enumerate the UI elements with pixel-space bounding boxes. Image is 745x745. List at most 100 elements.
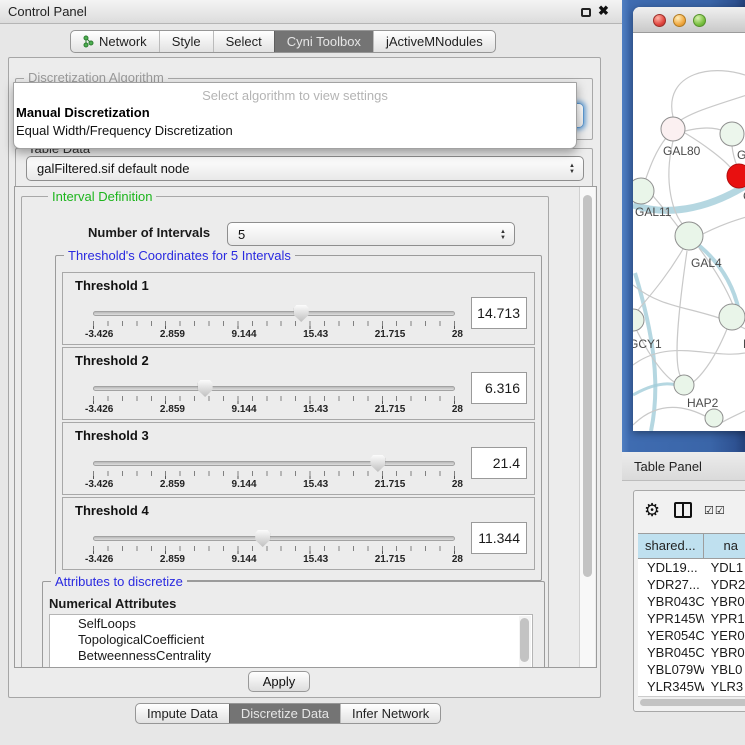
tab-infer-network[interactable]: Infer Network xyxy=(340,704,440,723)
list-item[interactable]: SelfLoops xyxy=(50,615,532,631)
algorithm-dropdown-popup: Select algorithm to view settings Manual… xyxy=(13,82,577,149)
tick-label: 28 xyxy=(452,329,463,340)
numerical-attributes-list: SelfLoops TopologicalCoefficient Between… xyxy=(49,614,533,668)
network-window-titlebar[interactable] xyxy=(633,7,745,33)
table-data-combobox[interactable]: galFiltered.sif default node ▲▼ xyxy=(26,156,584,181)
tab-label: Discretize Data xyxy=(241,706,329,721)
tab-label: Style xyxy=(172,34,201,49)
tab-jactivemnodules[interactable]: jActiveMNodules xyxy=(373,31,495,52)
tick-label: 9.144 xyxy=(232,404,257,415)
zoom-traffic-light-icon[interactable] xyxy=(693,14,706,27)
list-item[interactable]: TopologicalCoefficient xyxy=(50,631,532,647)
node-label: GCY1 xyxy=(633,337,662,351)
vertical-scrollbar[interactable] xyxy=(579,187,595,667)
list-item[interactable]: BetweennessCentrality xyxy=(50,647,532,663)
threshold-label: Threshold 4 xyxy=(75,503,149,518)
tab-label: Select xyxy=(226,34,262,49)
list-scrollbar[interactable] xyxy=(519,616,531,668)
scrollbar-thumb[interactable] xyxy=(583,195,592,577)
slider-scale: -3.4262.8599.14415.4321.71528 xyxy=(85,329,463,340)
select-columns-icon[interactable]: ☑☑ xyxy=(704,504,726,517)
network-view[interactable]: GAL80 GA C GAL11 GAL4 GCY1 H HAP2 xyxy=(633,33,745,431)
dropdown-item-manual-discretization[interactable]: Manual Discretization xyxy=(16,105,150,120)
table-panel-title: Table Panel xyxy=(634,459,702,474)
table-row[interactable]: YER054CYER0 xyxy=(638,627,745,644)
slider-thumb[interactable] xyxy=(255,530,270,547)
tick-label: 28 xyxy=(452,479,463,490)
right-side: GAL80 GA C GAL11 GAL4 GCY1 H HAP2 Table … xyxy=(622,0,745,745)
threshold-slider[interactable] xyxy=(93,461,455,466)
node-gcy1[interactable] xyxy=(633,309,644,331)
tab-cyni-toolbox[interactable]: Cyni Toolbox xyxy=(274,31,373,52)
tab-label: Cyni Toolbox xyxy=(287,34,361,49)
table-row[interactable]: YBR045CYBR0 xyxy=(638,644,745,661)
numerical-attributes-label: Numerical Attributes xyxy=(49,596,176,611)
cell: YBR0 xyxy=(704,644,745,661)
threshold-label: Threshold 3 xyxy=(75,428,149,443)
table-row[interactable]: YPR145WYPR1 xyxy=(638,610,745,627)
threshold-value-field[interactable]: 6.316 xyxy=(471,372,527,404)
horizontal-scrollbar[interactable] xyxy=(638,696,745,707)
tab-network[interactable]: Network xyxy=(71,31,159,52)
node-gal4[interactable] xyxy=(675,222,703,250)
settings-viewport: Interval Definition Number of Intervals … xyxy=(14,186,597,668)
dropdown-placeholder: Select algorithm to view settings xyxy=(14,88,576,103)
slider-thumb[interactable] xyxy=(294,305,309,322)
threshold-slider[interactable] xyxy=(93,311,455,316)
float-window-icon[interactable] xyxy=(581,8,591,17)
slider-thumb[interactable] xyxy=(370,455,385,472)
gear-icon[interactable]: ⚙ xyxy=(644,500,660,521)
cyni-toolbox-panel: Discretization Algorithm ▲▼ Table Data g… xyxy=(8,57,601,698)
node-h[interactable] xyxy=(719,304,745,330)
slider-ticks xyxy=(93,396,455,401)
number-of-intervals-label: Number of Intervals xyxy=(88,225,210,240)
table-row[interactable]: YLR345WYLR3 xyxy=(638,678,745,695)
close-icon[interactable]: ✖ xyxy=(598,3,609,19)
node-selected-red[interactable] xyxy=(727,164,745,188)
column-header[interactable]: shared... xyxy=(638,534,704,558)
control-panel-titlebar: Control Panel ✖ xyxy=(0,0,622,24)
column-header[interactable]: na xyxy=(704,534,745,558)
tick-label: 9.144 xyxy=(232,479,257,490)
dropdown-item-equal-width-frequency[interactable]: Equal Width/Frequency Discretization xyxy=(16,123,233,138)
threshold-slider[interactable] xyxy=(93,536,455,541)
threshold-value-field[interactable]: 14.713 xyxy=(471,297,527,329)
table-row[interactable]: YDR27...YDR2 xyxy=(638,576,745,593)
bottom-tab-bar: Impute Data Discretize Data Infer Networ… xyxy=(135,703,441,724)
node-label: GAL11 xyxy=(635,205,672,219)
threshold-row: Threshold 3 -3.4262.8599.14415.4321.7152… xyxy=(62,422,535,495)
cell: YLR345W xyxy=(638,678,704,695)
apply-button[interactable]: Apply xyxy=(248,671,310,692)
threshold-slider[interactable] xyxy=(93,386,455,391)
node-hap2[interactable] xyxy=(674,375,694,395)
group-title: Attributes to discretize xyxy=(51,574,187,589)
table-row[interactable]: YBR043CYBR0 xyxy=(638,593,745,610)
node-gal80[interactable] xyxy=(661,117,685,141)
node-gal11[interactable] xyxy=(633,178,654,204)
minimize-traffic-light-icon[interactable] xyxy=(673,14,686,27)
table-toolbar: ⚙ ☑☑ xyxy=(634,491,745,533)
close-traffic-light-icon[interactable] xyxy=(653,14,666,27)
slider-thumb[interactable] xyxy=(198,380,213,397)
node-top-right[interactable] xyxy=(720,122,744,146)
node-bottom[interactable] xyxy=(705,409,723,427)
node-label: GAL4 xyxy=(691,256,722,270)
tab-discretize-data[interactable]: Discretize Data xyxy=(229,704,340,723)
tab-impute-data[interactable]: Impute Data xyxy=(136,704,229,723)
tab-style[interactable]: Style xyxy=(159,31,213,52)
tab-label: Infer Network xyxy=(352,706,429,721)
stepper-icon: ▲▼ xyxy=(496,224,510,245)
table-row[interactable]: YBL079WYBL0 xyxy=(638,661,745,678)
column-layout-icon[interactable] xyxy=(674,502,692,518)
node-label: GAL80 xyxy=(663,144,701,158)
tick-label: -3.426 xyxy=(85,329,113,340)
tick-label: 28 xyxy=(452,404,463,415)
number-of-intervals-combobox[interactable]: 5 ▲▼ xyxy=(227,222,515,246)
number-of-intervals-value: 5 xyxy=(238,227,245,242)
threshold-value-field[interactable]: 11.344 xyxy=(471,522,527,554)
tick-label: 9.144 xyxy=(232,329,257,340)
threshold-value-field[interactable]: 21.4 xyxy=(471,447,527,479)
table-row[interactable]: YDL19...YDL1 xyxy=(638,559,745,576)
scrollbar-thumb[interactable] xyxy=(640,699,745,706)
tab-select[interactable]: Select xyxy=(213,31,274,52)
